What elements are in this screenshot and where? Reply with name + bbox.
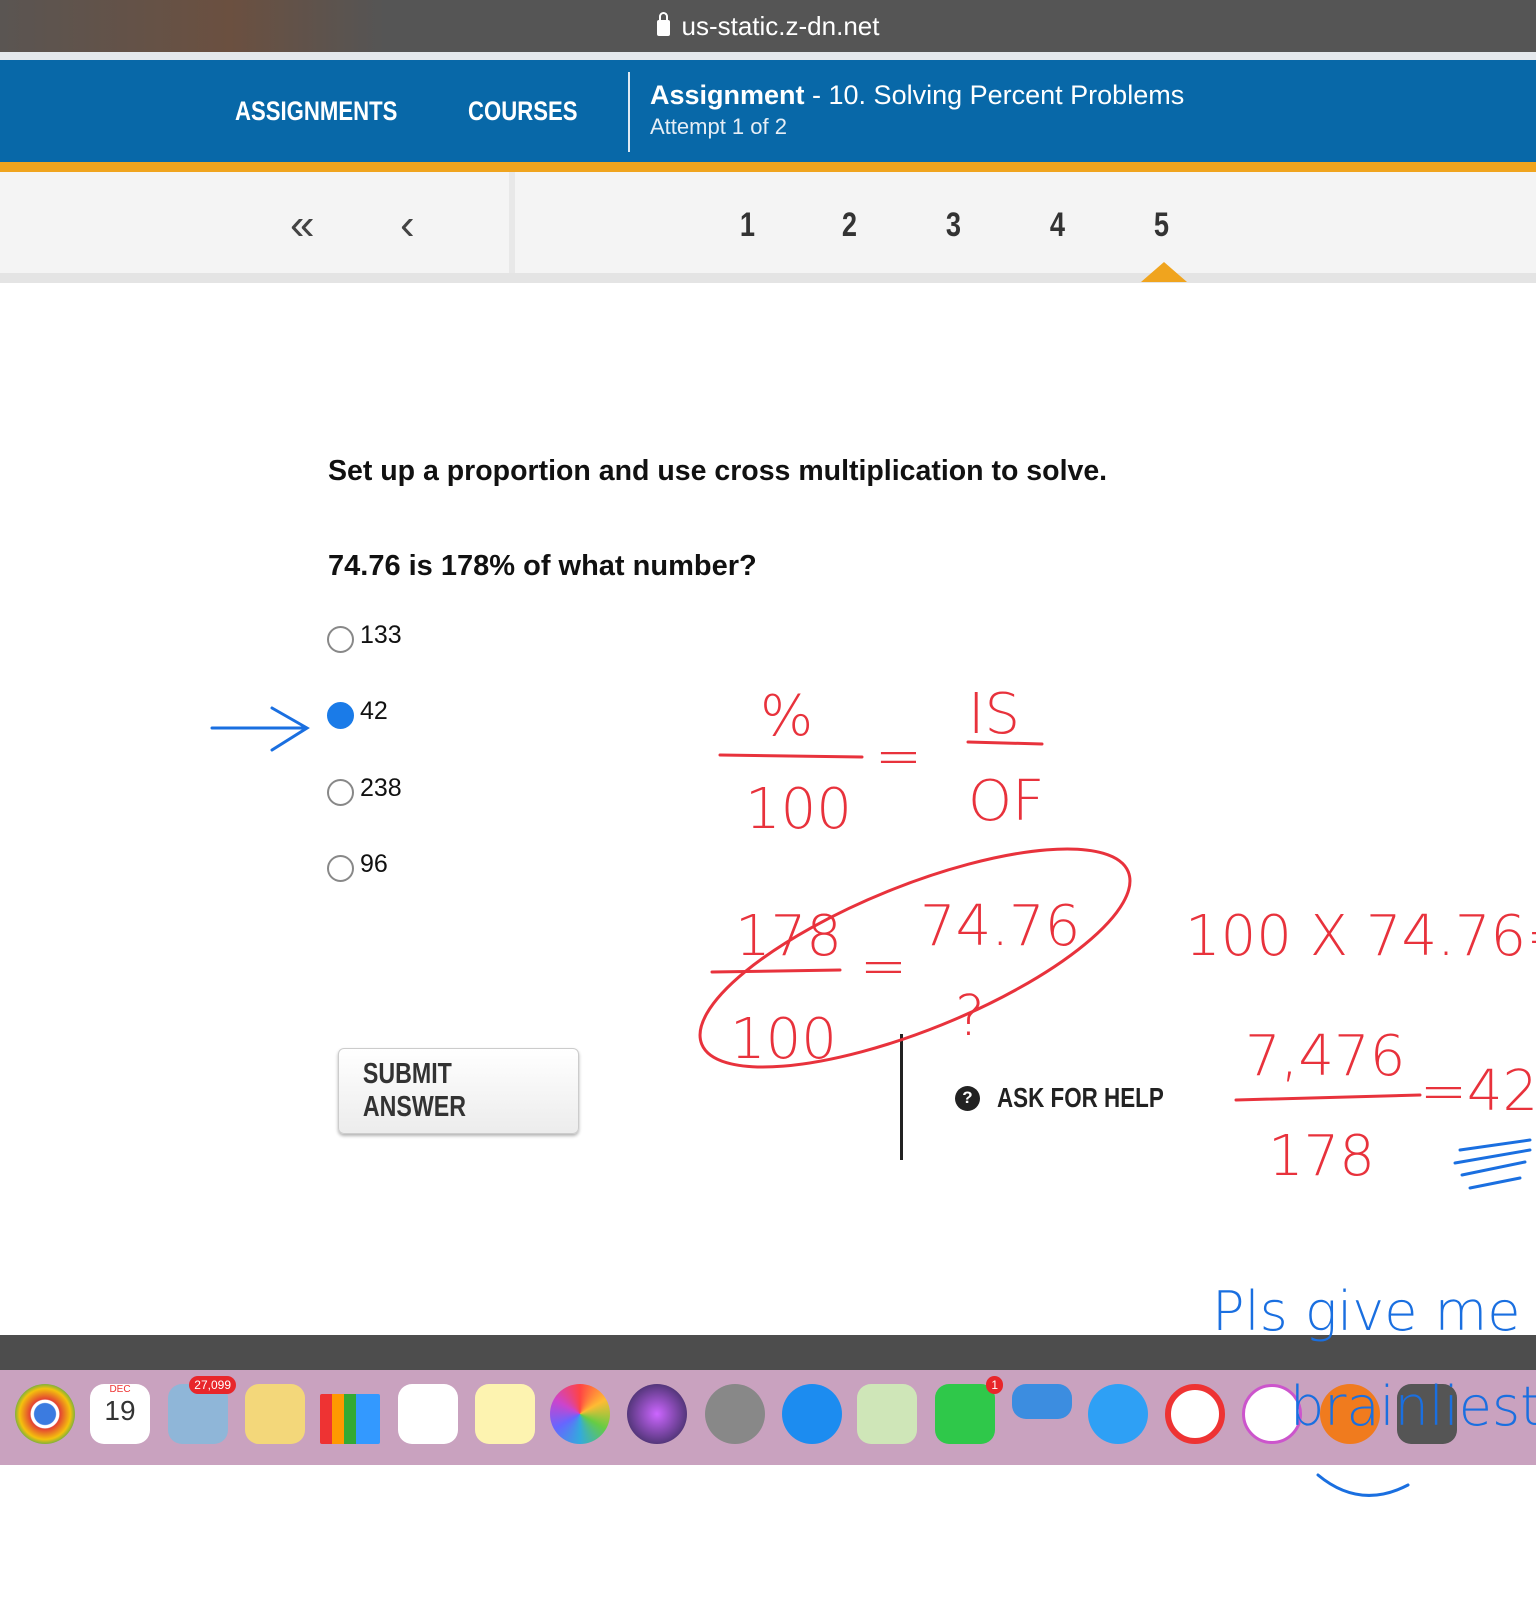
fraction-line xyxy=(710,968,842,974)
option-label: 133 xyxy=(360,621,402,649)
question-1[interactable]: 1 xyxy=(740,206,755,245)
keynote-icon[interactable] xyxy=(1012,1384,1072,1419)
siri-icon[interactable] xyxy=(627,1384,687,1444)
attempt-label: Attempt 1 of 2 xyxy=(650,114,787,139)
radio-button[interactable] xyxy=(327,779,354,806)
ink-calc: 100 X 74.76= xyxy=(1185,904,1536,969)
question-5[interactable]: 5 xyxy=(1154,206,1169,245)
launchpad-icon[interactable] xyxy=(705,1384,765,1444)
option-238[interactable]: 238 xyxy=(327,771,402,806)
app-store-icon[interactable] xyxy=(782,1384,842,1444)
radio-button[interactable] xyxy=(327,855,354,882)
divider xyxy=(0,52,1536,60)
ink-percent: % xyxy=(760,684,813,749)
mail-icon[interactable]: 27,099 xyxy=(168,1376,236,1444)
ink-note: Pls give me xyxy=(1212,1280,1520,1343)
ink-178: 178 xyxy=(735,904,842,969)
current-question-indicator xyxy=(1141,262,1187,282)
submit-answer-button[interactable]: SUBMIT ANSWER xyxy=(338,1048,579,1134)
numbers-icon[interactable] xyxy=(320,1394,380,1444)
pages-icon[interactable] xyxy=(245,1384,305,1444)
app-header: ASSIGNMENTS COURSES Assignment - 10. Sol… xyxy=(0,60,1536,162)
divider xyxy=(900,1034,903,1160)
question-navigator: « ‹ 1 2 3 4 5 xyxy=(0,172,1536,283)
calendar-icon[interactable]: DEC 19 xyxy=(90,1384,150,1444)
maps-icon[interactable] xyxy=(857,1384,917,1444)
ink-100: 100 xyxy=(730,1007,837,1072)
facetime-badge: 1 xyxy=(986,1376,1003,1394)
accent-bar xyxy=(0,162,1536,172)
underline-scribble xyxy=(1453,1138,1532,1190)
option-42[interactable]: 42 xyxy=(327,694,388,729)
ink-is: IS xyxy=(968,682,1020,747)
itunes-icon[interactable] xyxy=(1242,1384,1302,1444)
option-label: 238 xyxy=(360,774,402,802)
question-4[interactable]: 4 xyxy=(1050,206,1065,245)
ink-equals: = xyxy=(860,934,907,999)
option-label: 42 xyxy=(360,697,388,725)
previous-question-button[interactable]: ‹ xyxy=(400,200,415,250)
facetime-icon[interactable]: 1 xyxy=(935,1376,1003,1444)
question-2[interactable]: 2 xyxy=(842,206,857,245)
system-preferences-icon[interactable] xyxy=(1397,1384,1457,1444)
assignment-title: Assignment - 10. Solving Percent Problem… xyxy=(650,80,1185,110)
fraction-line xyxy=(1234,1093,1422,1102)
smiley-icon xyxy=(1316,1473,1410,1497)
news-icon[interactable] xyxy=(1165,1384,1225,1444)
option-label: 96 xyxy=(360,850,388,878)
option-133[interactable]: 133 xyxy=(327,618,402,653)
ink-74-76: 74.76 xyxy=(920,894,1080,959)
books-icon[interactable] xyxy=(1320,1384,1380,1444)
arrow-icon xyxy=(210,706,310,752)
lock-icon xyxy=(656,12,670,36)
dock: DEC 19 27,099 1 xyxy=(0,1370,1536,1465)
mail-badge: 27,099 xyxy=(189,1376,236,1394)
ink-numerator: 7,476 xyxy=(1245,1024,1405,1089)
ink-result: =42 xyxy=(1420,1059,1536,1124)
ink-equals: = xyxy=(875,724,922,789)
nav-courses[interactable]: COURSES xyxy=(468,96,577,127)
ink-of: OF xyxy=(968,769,1044,834)
ink-unknown: ? xyxy=(955,984,985,1049)
url-text: us-static.z-dn.net xyxy=(681,10,880,41)
messages-icon[interactable] xyxy=(1088,1384,1148,1444)
reminders-icon[interactable] xyxy=(398,1384,458,1444)
nav-assignments[interactable]: ASSIGNMENTS xyxy=(235,96,397,127)
chrome-icon[interactable] xyxy=(15,1384,75,1444)
help-icon: ? xyxy=(955,1085,980,1111)
address-bar[interactable]: us-static.z-dn.net xyxy=(0,0,1536,52)
question-3[interactable]: 3 xyxy=(946,206,961,245)
fraction-line xyxy=(966,740,1044,746)
photos-icon[interactable] xyxy=(550,1384,610,1444)
question-text: 74.76 is 178% of what number? xyxy=(328,550,757,582)
ask-for-help-button[interactable]: ? ASK FOR HELP xyxy=(955,1082,1205,1114)
fraction-line xyxy=(718,753,864,759)
dock-separator xyxy=(0,1335,1536,1370)
header-divider xyxy=(628,72,630,152)
first-question-button[interactable]: « xyxy=(290,200,314,250)
nav-controls: « ‹ xyxy=(0,172,515,273)
radio-button[interactable] xyxy=(327,626,354,653)
circled-cross-multiply xyxy=(698,847,1132,1069)
ink-100: 100 xyxy=(745,777,852,842)
ink-denominator: 178 xyxy=(1268,1124,1375,1189)
notes-icon[interactable] xyxy=(475,1384,535,1444)
option-96[interactable]: 96 xyxy=(327,847,388,882)
instruction: Set up a proportion and use cross multip… xyxy=(328,455,1108,487)
radio-button-selected[interactable] xyxy=(327,702,354,729)
